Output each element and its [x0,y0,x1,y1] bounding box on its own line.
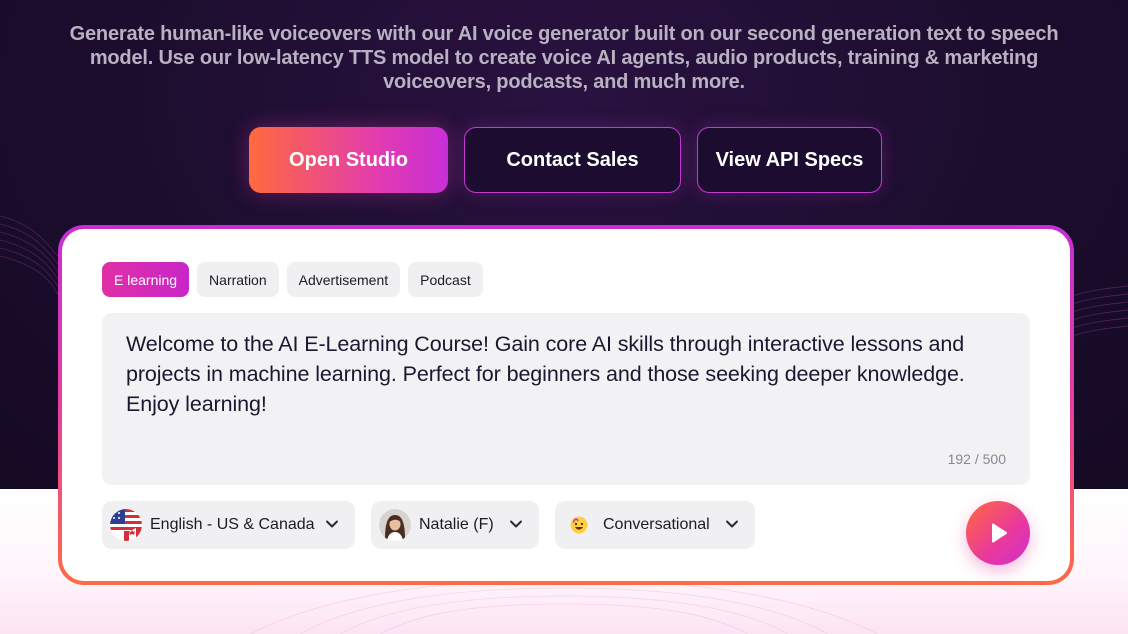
open-studio-button[interactable]: Open Studio [249,127,448,193]
play-icon [992,523,1007,543]
chevron-down-icon [510,520,522,528]
contact-sales-button[interactable]: Contact Sales [464,127,681,193]
chevron-down-icon [726,520,738,528]
style-label: Conversational [603,516,710,533]
demo-card-body: E learning Narration Advertisement Podca… [62,229,1070,581]
character-counter: 192 / 500 [947,451,1006,467]
play-button[interactable] [966,501,1030,565]
voice-label: Natalie (F) [419,516,494,533]
use-case-tabs: E learning Narration Advertisement Podca… [102,262,483,297]
natalie-avatar [379,509,411,541]
voice-dropdown[interactable]: Natalie (F) [371,501,539,549]
tab-podcast[interactable]: Podcast [408,262,483,297]
tab-advertisement[interactable]: Advertisement [286,262,401,297]
speaking-style-dropdown[interactable]: Conversational [555,501,755,549]
demo-card: E learning Narration Advertisement Podca… [58,225,1074,585]
view-api-specs-button[interactable]: View API Specs [697,127,882,193]
tab-e-learning[interactable]: E learning [102,262,190,297]
language-dropdown[interactable]: English - US & Canada [102,501,355,549]
us-canada-flag-icon [110,509,142,541]
script-text: Welcome to the AI E-Learning Course! Gai… [126,332,965,416]
tab-narration[interactable]: Narration [197,262,279,297]
smiley-emoji-icon [569,515,589,535]
language-label: English - US & Canada [150,516,315,533]
hero-subtitle: Generate human-like voiceovers with our … [69,23,1059,93]
chevron-down-icon [326,520,338,528]
script-text-input[interactable]: Welcome to the AI E-Learning Course! Gai… [102,313,1030,485]
